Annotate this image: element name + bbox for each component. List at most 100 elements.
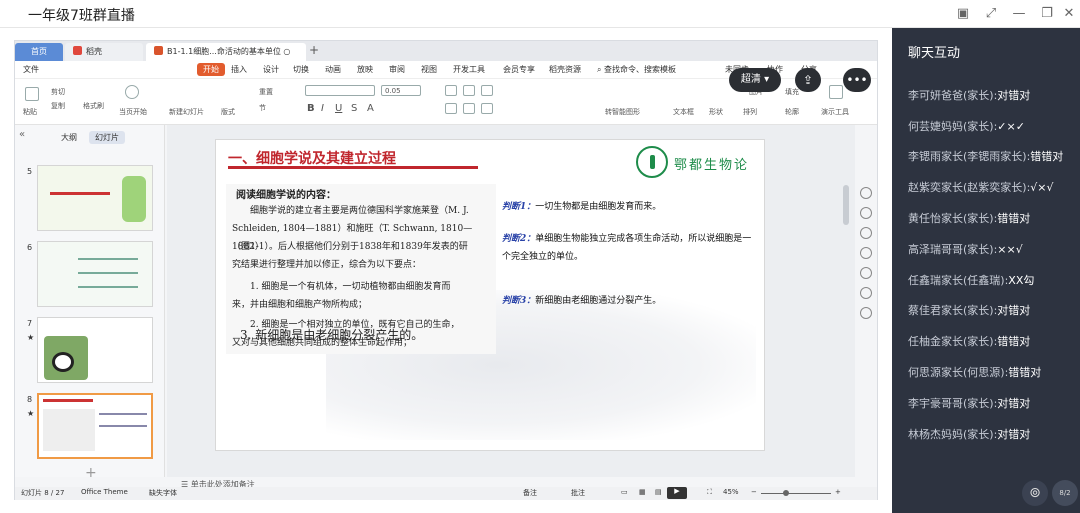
- tab-home[interactable]: 首页: [15, 43, 63, 61]
- menu-docer[interactable]: 稻壳资源: [549, 64, 581, 75]
- shared-screen: 首页 稻壳 B1-1.1细胞...命活动的基本单位 ○ ✕ + 文件 开始 插入…: [14, 40, 878, 500]
- font-size-select[interactable]: 0.05: [381, 85, 421, 96]
- fit-window-icon[interactable]: ⛶: [707, 488, 712, 497]
- chat-text: 对错对: [997, 304, 1031, 318]
- help-icon[interactable]: [860, 267, 872, 279]
- status-bar: 幻灯片 8 / 27 Office Theme 缺失字体 备注 批注 ▭ ▦ ▤…: [15, 487, 877, 500]
- comment-toggle[interactable]: 批注: [571, 488, 585, 498]
- bold-button[interactable]: B: [307, 103, 315, 114]
- reading-view-icon[interactable]: ▤: [655, 488, 662, 496]
- arrange-button[interactable]: 排列: [743, 107, 757, 117]
- share-screen-icon[interactable]: ⇪: [795, 68, 821, 92]
- normal-view-icon[interactable]: ▭: [621, 488, 628, 496]
- menu-view[interactable]: 视图: [421, 64, 437, 75]
- notes-toggle[interactable]: 备注: [523, 488, 537, 498]
- menu-start[interactable]: 开始: [197, 63, 225, 76]
- menu-insert[interactable]: 插入: [231, 64, 247, 75]
- minimize-icon[interactable]: —: [1008, 4, 1030, 24]
- sorter-view-icon[interactable]: ▦: [639, 488, 646, 496]
- format-painter-button[interactable]: 格式刷: [83, 101, 104, 111]
- menu-design[interactable]: 设计: [263, 64, 279, 75]
- underline-button[interactable]: U: [335, 103, 342, 114]
- logo-text: 鄂都生物论: [674, 158, 750, 173]
- play-icon[interactable]: [125, 85, 139, 99]
- font-color-button[interactable]: A: [367, 103, 374, 114]
- chat-message-list[interactable]: · · · · 李可妍爸爸(家长):对错对 何芸婕妈妈(家长):✓×✓ 李锶雨家…: [908, 66, 1076, 476]
- search-command[interactable]: ⌕ 查找命令、搜索模板: [597, 64, 676, 75]
- tab-outline[interactable]: 大纲: [55, 131, 83, 144]
- outline-button[interactable]: 轮廓: [785, 107, 799, 117]
- zoom-level[interactable]: 45%: [723, 488, 739, 496]
- cut-button[interactable]: 剪切: [51, 87, 65, 97]
- chat-message: 赵紫奕家长(赵紫奕家长):√×√: [908, 173, 1076, 204]
- chat-sender: 蔡佳君家长(家长):: [908, 304, 998, 318]
- section-button[interactable]: 节: [259, 103, 266, 113]
- align-left-icon[interactable]: [445, 103, 457, 114]
- add-slide-icon[interactable]: +: [85, 465, 97, 481]
- menu-file[interactable]: 文件: [23, 64, 39, 75]
- presentation-tools-button[interactable]: 演示工具: [821, 107, 849, 117]
- transition-icon[interactable]: [860, 247, 872, 259]
- align-right-icon[interactable]: [481, 103, 493, 114]
- property-icon[interactable]: [860, 187, 872, 199]
- more-options-icon[interactable]: •••: [843, 68, 871, 92]
- collapse-pane-icon[interactable]: «: [19, 129, 25, 140]
- indent-icon[interactable]: [481, 85, 493, 96]
- restore-icon[interactable]: ❐: [1036, 4, 1058, 24]
- backup-icon[interactable]: [860, 287, 872, 299]
- presentation-tools-icon[interactable]: [829, 85, 843, 99]
- menu-slideshow[interactable]: 放映: [357, 64, 373, 75]
- menu-animation[interactable]: 动画: [325, 64, 341, 75]
- chat-message: 何芸婕妈妈(家长):✓×✓: [908, 112, 1076, 143]
- menu-review[interactable]: 审阅: [389, 64, 405, 75]
- copy-button[interactable]: 复制: [51, 101, 65, 111]
- slideshow-play-icon[interactable]: ▶: [667, 487, 687, 499]
- new-slide-button[interactable]: 新建幻灯片: [169, 107, 204, 117]
- zoom-out-icon[interactable]: −: [751, 488, 757, 496]
- convert-smartart-button[interactable]: 转智能图形: [605, 107, 640, 117]
- menu-member[interactable]: 会员专享: [503, 64, 535, 75]
- zoom-slider[interactable]: [761, 493, 831, 494]
- strikethrough-button[interactable]: S: [351, 103, 357, 114]
- fill-button[interactable]: 填充: [785, 87, 799, 97]
- slide-thumbnail-6[interactable]: [37, 241, 153, 307]
- close-icon[interactable]: ✕: [1058, 4, 1080, 24]
- slide-thumbnail-5[interactable]: [37, 165, 153, 231]
- chat-message: 林杨杰妈妈(家长):对错对: [908, 420, 1076, 451]
- bullet-list-icon[interactable]: [445, 85, 457, 96]
- missing-font-button[interactable]: 缺失字体: [149, 488, 177, 498]
- slide-thumbnail-7[interactable]: [37, 317, 153, 383]
- like-icon[interactable]: 8/2: [1052, 480, 1078, 506]
- reset-button[interactable]: 重置: [259, 87, 273, 97]
- font-name-select[interactable]: [305, 85, 375, 96]
- align-center-icon[interactable]: [463, 103, 475, 114]
- tab-docer[interactable]: 稻壳: [65, 43, 143, 61]
- current-slide[interactable]: 一、细胞学说及其建立过程 鄂都生物论 阅读细胞学说的内容： 细胞学说的建立者主要…: [215, 139, 765, 451]
- adjust-icon[interactable]: [860, 207, 872, 219]
- slide-thumbnail-pane: « 大纲 幻灯片 5 6 7 ★ 8 ★ +: [15, 125, 165, 481]
- link-icon[interactable]: ⊚: [1022, 480, 1048, 506]
- menu-transition[interactable]: 切换: [293, 64, 309, 75]
- textbox-button[interactable]: 文本框: [673, 107, 694, 117]
- shape-button[interactable]: 形状: [709, 107, 723, 117]
- tab-slides[interactable]: 幻灯片: [89, 131, 125, 144]
- font-size-value: 0.05: [385, 87, 401, 95]
- tab-document[interactable]: B1-1.1细胞...命活动的基本单位 ○ ✕: [146, 43, 306, 74]
- fullscreen-icon[interactable]: ⤢: [980, 4, 1002, 24]
- zoom-in-icon[interactable]: +: [835, 488, 841, 496]
- vertical-scrollbar[interactable]: [843, 185, 849, 225]
- pin-icon[interactable]: ▣: [952, 4, 974, 24]
- paste-icon[interactable]: [25, 87, 39, 101]
- new-tab-icon[interactable]: +: [309, 43, 319, 57]
- judgment-2: 判断2：单细胞生物能独立完成各项生命活动，所以说细胞是一个完全独立的单位。: [502, 230, 752, 266]
- from-current-button[interactable]: 当页开始: [119, 107, 147, 117]
- animation-icon[interactable]: [860, 227, 872, 239]
- menu-developer[interactable]: 开发工具: [453, 64, 485, 75]
- italic-button[interactable]: I: [321, 103, 324, 114]
- quality-select[interactable]: 超清 ▾: [729, 68, 781, 92]
- slide-thumbnail-8[interactable]: [37, 393, 153, 459]
- number-list-icon[interactable]: [463, 85, 475, 96]
- layout-button[interactable]: 版式: [221, 107, 235, 117]
- location-icon[interactable]: [860, 307, 872, 319]
- zoom-slider-thumb[interactable]: [783, 490, 789, 496]
